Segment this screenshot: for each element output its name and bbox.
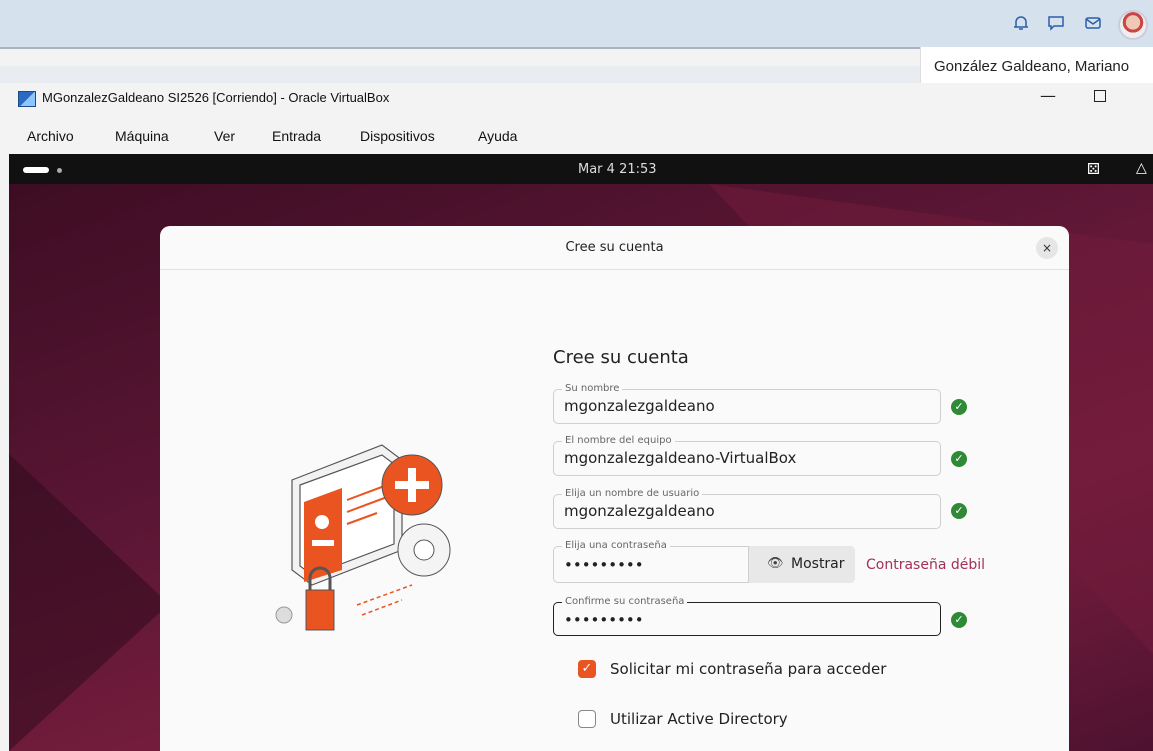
virtualbox-logo-icon [18,91,36,107]
require-password-checkbox[interactable]: ✓ [578,660,596,678]
menu-dispositivos[interactable]: Dispositivos [360,128,435,144]
active-directory-label[interactable]: Utilizar Active Directory [610,710,788,728]
confirm-password-value[interactable]: ••••••••• [564,611,644,629]
chat-icon[interactable] [1047,14,1065,32]
check-circle-icon: ✓ [951,399,967,415]
account-illustration [275,444,451,631]
confirm-password-label: Confirme su contraseña [562,596,688,607]
username-field-value[interactable]: mgonzalezgaldeano [564,502,715,520]
network-icon[interactable]: △ [1136,160,1147,176]
workspace-indicator[interactable] [23,167,49,173]
name-field-label: Su nombre [562,383,623,394]
mail-icon[interactable] [1084,14,1102,32]
form-heading: Cree su cuenta [553,347,689,368]
check-circle-icon: ✓ [951,612,967,628]
name-field-value[interactable]: mgonzalezgaldeano [564,397,715,415]
require-password-label[interactable]: Solicitar mi contraseña para acceder [610,660,886,678]
window-title: MGonzalezGaldeano SI2526 [Corriendo] - O… [42,90,390,105]
close-button[interactable]: × [1036,237,1058,259]
bell-icon[interactable] [1012,14,1030,32]
computer-name-label: El nombre del equipo [562,435,675,446]
menu-ayuda[interactable]: Ayuda [478,128,517,144]
active-directory-checkbox[interactable] [578,710,596,728]
check-circle-icon: ✓ [951,451,967,467]
menu-entrada[interactable]: Entrada [272,128,321,144]
accessibility-icon[interactable]: ⚄ [1087,160,1100,178]
menu-maquina[interactable]: Máquina [115,128,169,144]
menu-ver[interactable]: Ver [214,128,235,144]
host-toolbar-divider [0,47,920,49]
username-field-label: Elija un nombre de usuario [562,488,703,499]
host-toolbar [0,0,1153,47]
check-circle-icon: ✓ [951,503,967,519]
show-password-label: Mostrar [791,556,845,572]
dialog-title: Cree su cuenta [565,240,664,255]
user-avatar[interactable] [1118,10,1148,40]
user-name: González Galdeano, Mariano [934,58,1130,75]
menu-archivo[interactable]: Archivo [27,128,74,144]
maximize-button[interactable] [1094,90,1106,102]
menu-bar [0,120,1153,152]
window-strip [0,66,920,83]
minimize-button[interactable]: — [1040,86,1056,105]
password-field-label: Elija una contraseña [562,540,670,551]
password-strength: Contraseña débil [866,557,986,573]
password-field-value[interactable]: ••••••••• [564,556,644,574]
computer-name-value[interactable]: mgonzalezgaldeano-VirtualBox [564,449,796,467]
guest-clock[interactable]: Mar 4 21:53 [578,162,657,177]
eye-icon: 👁 [767,556,784,571]
workspace-dot[interactable] [57,168,62,173]
